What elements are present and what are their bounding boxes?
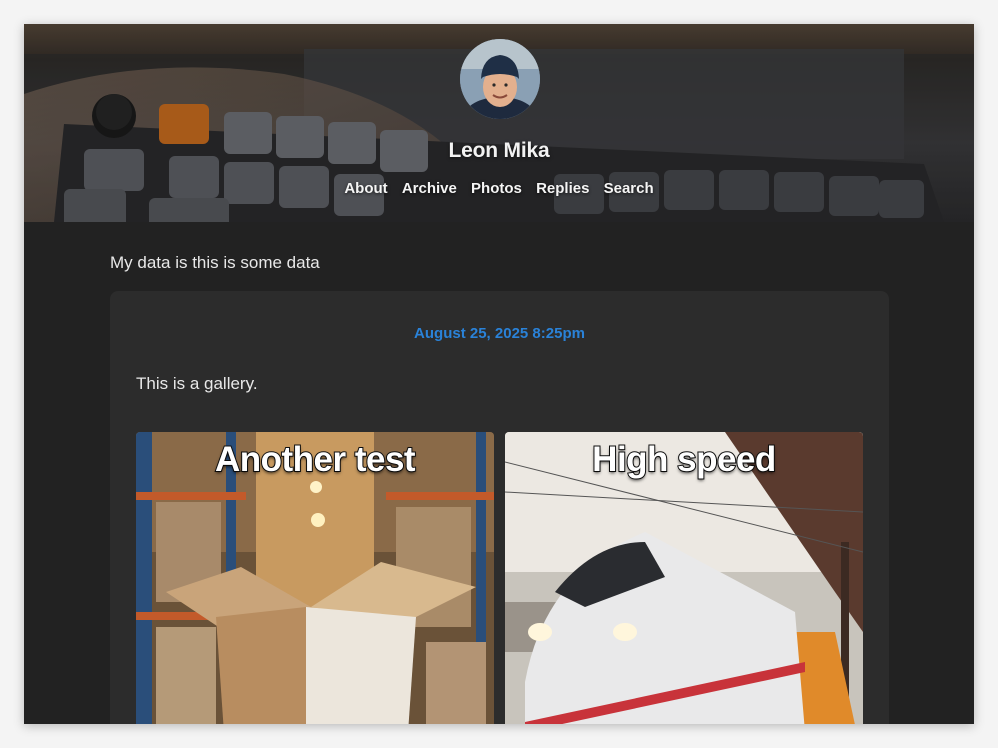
gallery-image-high-speed[interactable]: High speed <box>505 432 863 724</box>
post-body: This is a gallery. <box>136 374 258 393</box>
nav-about-link[interactable]: About <box>344 180 387 197</box>
post-card: August 25, 2025 8:25pm This is a gallery… <box>110 291 889 724</box>
avatar-photo <box>460 39 540 119</box>
gallery-caption: Another test <box>214 439 417 480</box>
browser-page: Leon Mika About Archive Photos Replies S… <box>24 24 974 724</box>
post-date-link[interactable]: August 25, 2025 8:25pm <box>110 325 889 342</box>
avatar[interactable] <box>460 39 540 119</box>
nav-replies-link[interactable]: Replies <box>536 180 589 197</box>
gallery-image-another-test[interactable]: Another test <box>136 432 494 724</box>
gallery-caption: High speed <box>591 439 777 480</box>
nav-photos-link[interactable]: Photos <box>471 180 522 197</box>
intro-text: My data is this is some data <box>110 253 320 272</box>
nav-search-link[interactable]: Search <box>604 180 654 197</box>
site-header: Leon Mika About Archive Photos Replies S… <box>24 24 974 222</box>
site-title[interactable]: Leon Mika <box>24 139 974 163</box>
nav-archive-link[interactable]: Archive <box>402 180 457 197</box>
main-nav: About Archive Photos Replies Search <box>24 180 974 197</box>
